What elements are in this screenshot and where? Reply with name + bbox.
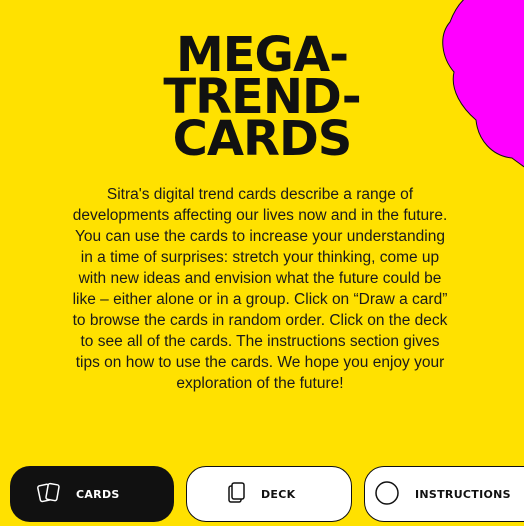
app-screen: MEGA- TREND- CARDS Sitra's digital trend…	[0, 0, 524, 526]
cards-label: CARDS	[76, 487, 120, 501]
intro-description: Sitra's digital trend cards describe a r…	[72, 186, 448, 392]
cards-icon	[36, 481, 62, 508]
bottom-nav: CARDS DECK INSTRUCTIONS	[0, 462, 524, 526]
page-title: MEGA- TREND- CARDS	[0, 31, 524, 167]
deck-icon	[227, 481, 247, 508]
instructions-label: INSTRUCTIONS	[415, 487, 511, 501]
deck-label: DECK	[261, 487, 296, 501]
circle-icon	[373, 479, 401, 510]
cards-button[interactable]: CARDS	[10, 466, 174, 522]
deck-button[interactable]: DECK	[186, 466, 352, 522]
title-line-3: CARDS	[172, 111, 353, 167]
instructions-button[interactable]: INSTRUCTIONS	[364, 466, 524, 522]
